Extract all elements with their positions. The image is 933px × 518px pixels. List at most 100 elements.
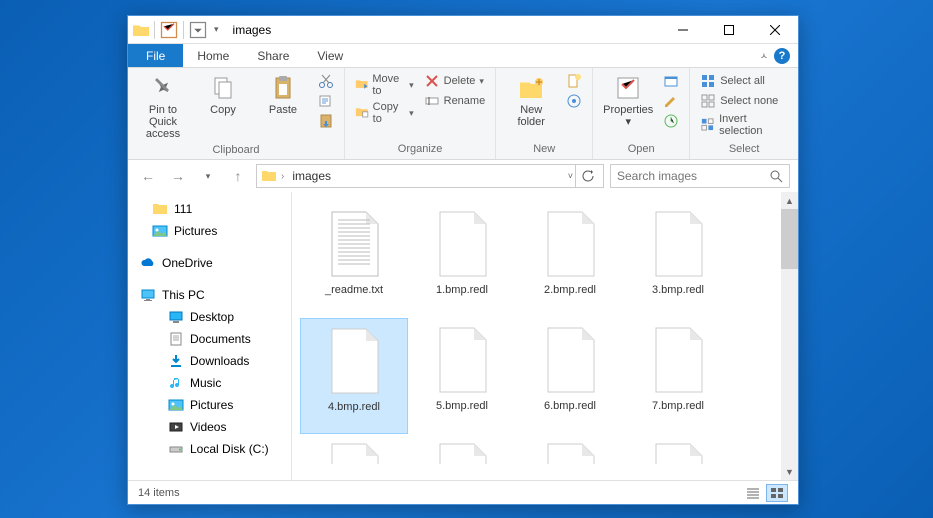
ribbon-tabs: File Home Share View ㅅ ? <box>128 44 798 68</box>
edit-icon <box>663 93 679 109</box>
file-item[interactable]: _readme.txt <box>300 202 408 318</box>
forward-button[interactable]: → <box>166 164 190 188</box>
breadcrumb-segment[interactable]: images <box>288 169 335 183</box>
search-input[interactable] <box>617 169 770 183</box>
file-item[interactable]: 1.bmp.redl <box>408 202 516 318</box>
select-none-button[interactable]: Select none <box>698 92 790 110</box>
tab-home[interactable]: Home <box>183 44 243 67</box>
nav-item-downloads[interactable]: Downloads <box>128 350 291 372</box>
cut-icon <box>318 73 334 89</box>
up-button[interactable]: ↑ <box>226 164 250 188</box>
maximize-button[interactable] <box>706 16 752 44</box>
copy-path-button[interactable] <box>316 92 336 110</box>
tab-file-label: File <box>146 49 165 63</box>
file-item[interactable]: 3.bmp.redl <box>624 202 732 318</box>
nav-item-onedrive[interactable]: OneDrive <box>128 252 291 274</box>
view-large-icons-button[interactable] <box>766 484 788 502</box>
status-bar: 14 items <box>128 480 798 504</box>
properties-icon <box>614 74 642 102</box>
recent-dropdown[interactable]: ▾ <box>196 164 220 188</box>
file-name-label: 2.bmp.redl <box>544 284 596 297</box>
group-open-label: Open <box>601 141 681 157</box>
new-folder-icon <box>517 74 545 102</box>
file-item[interactable]: 4.bmp.redl <box>300 318 408 434</box>
address-dropdown-icon[interactable]: ˅ <box>568 171 573 181</box>
paste-label: Paste <box>269 104 297 116</box>
help-icon[interactable]: ? <box>774 48 790 64</box>
nav-item-videos[interactable]: Videos <box>128 416 291 438</box>
group-select-label: Select <box>698 141 790 157</box>
file-icon <box>322 325 386 397</box>
view-details-button[interactable] <box>742 484 764 502</box>
rename-button[interactable]: Rename <box>422 92 488 110</box>
history-icon <box>663 113 679 129</box>
qat-chevron-icon[interactable]: ▾ <box>214 24 219 35</box>
copy-to-button[interactable]: Copy to▾ <box>353 100 416 126</box>
edit-button[interactable] <box>661 92 681 110</box>
file-item[interactable]: 7.bmp.redl <box>624 318 732 434</box>
nav-item-music[interactable]: Music <box>128 372 291 394</box>
window-title: images <box>233 23 272 37</box>
new-folder-button[interactable]: New folder <box>504 72 558 130</box>
app-folder-icon <box>132 21 150 39</box>
tab-file[interactable]: File <box>128 44 183 67</box>
scroll-up-icon[interactable]: ▲ <box>781 192 798 209</box>
scroll-down-icon[interactable]: ▼ <box>781 463 798 480</box>
file-item[interactable]: 5.bmp.redl <box>408 318 516 434</box>
file-item[interactable]: 2.bmp.redl <box>516 202 624 318</box>
address-row: ← → ▾ ↑ › images ˅ <box>128 160 798 192</box>
nav-item-pictures2[interactable]: Pictures <box>128 394 291 416</box>
invert-selection-button[interactable]: Invert selection <box>698 112 790 138</box>
file-item[interactable] <box>516 434 624 464</box>
file-icon <box>538 208 602 280</box>
pin-quick-access-button[interactable]: Pin to Quick access <box>136 72 190 142</box>
thispc-icon <box>140 287 156 303</box>
open-button[interactable] <box>661 72 681 90</box>
new-item-icon <box>566 73 582 89</box>
new-item-button[interactable] <box>564 72 584 90</box>
easy-access-button[interactable] <box>564 92 584 110</box>
nav-item-documents[interactable]: Documents <box>128 328 291 350</box>
file-item[interactable] <box>408 434 516 464</box>
tab-share[interactable]: Share <box>243 44 303 67</box>
file-name-label: _readme.txt <box>325 284 383 297</box>
item-count: 14 items <box>138 487 180 499</box>
desktop-icon <box>168 309 184 325</box>
select-all-button[interactable]: Select all <box>698 72 790 90</box>
breadcrumb-sep: › <box>281 171 284 182</box>
ribbon: Pin to Quick access Copy Paste Clipboard <box>128 68 798 160</box>
move-to-button[interactable]: Move to▾ <box>353 72 416 98</box>
group-organize: Move to▾ Copy to▾ Delete▾ Rename Organiz… <box>345 68 496 159</box>
refresh-button[interactable] <box>575 165 599 187</box>
nav-item-pictures[interactable]: Pictures <box>128 220 291 242</box>
cut-button[interactable] <box>316 72 336 90</box>
copy-button[interactable]: Copy <box>196 72 250 118</box>
minimize-button[interactable] <box>660 16 706 44</box>
address-bar[interactable]: › images ˅ <box>256 164 604 188</box>
history-button[interactable] <box>661 112 681 130</box>
delete-button[interactable]: Delete▾ <box>422 72 488 90</box>
close-button[interactable] <box>752 16 798 44</box>
file-icon <box>646 440 710 464</box>
documents-icon <box>168 331 184 347</box>
file-item[interactable]: 6.bmp.redl <box>516 318 624 434</box>
paste-shortcut-button[interactable] <box>316 112 336 130</box>
file-name-label: 1.bmp.redl <box>436 284 488 297</box>
ribbon-collapse-icon[interactable]: ㅅ <box>760 49 768 62</box>
qat-dropdown-icon[interactable] <box>188 20 208 40</box>
nav-item-desktop[interactable]: Desktop <box>128 306 291 328</box>
scrollbar-vertical[interactable]: ▲ ▼ <box>781 192 798 480</box>
nav-item-111[interactable]: 111 <box>128 198 291 220</box>
file-item[interactable] <box>300 434 408 464</box>
back-button[interactable]: ← <box>136 164 160 188</box>
nav-item-localdisk[interactable]: Local Disk (C:) <box>128 438 291 460</box>
scroll-thumb[interactable] <box>781 209 798 269</box>
nav-item-thispc[interactable]: This PC <box>128 284 291 306</box>
paste-button[interactable]: Paste <box>256 72 310 118</box>
search-box[interactable] <box>610 164 790 188</box>
pin-label: Pin to Quick access <box>138 104 188 140</box>
file-item[interactable] <box>624 434 732 464</box>
tab-view[interactable]: View <box>303 44 357 67</box>
properties-button[interactable]: Properties ▾ <box>601 72 655 130</box>
qat-properties-icon[interactable] <box>159 20 179 40</box>
